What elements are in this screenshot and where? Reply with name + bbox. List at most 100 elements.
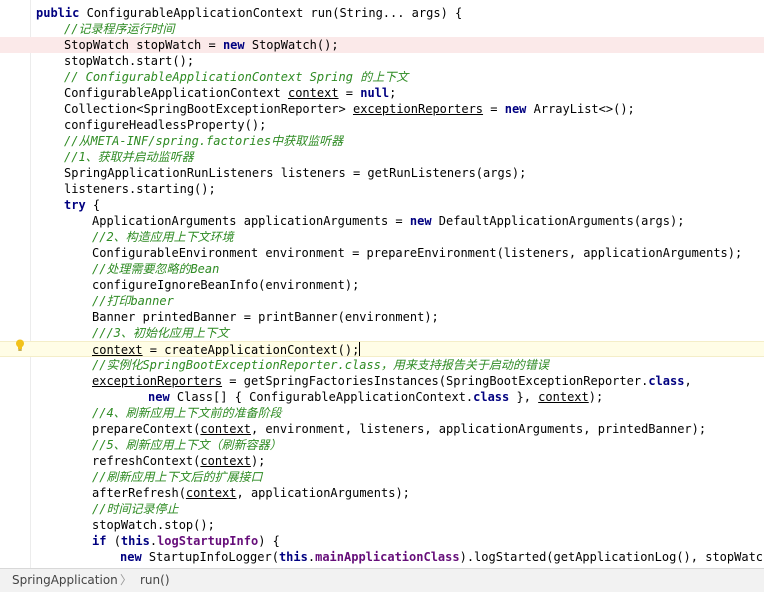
code-token: exceptionReporters	[352, 102, 484, 116]
code-token: context	[92, 343, 143, 357]
code-token: stopWatch.stop();	[92, 518, 215, 532]
code-token: = getSpringFactoriesInstances(SpringBoot…	[222, 374, 649, 388]
code-token: //实例化SpringBootExceptionReporter.class，用…	[92, 358, 549, 372]
code-line[interactable]: refreshContext(context);	[0, 453, 764, 469]
code-line[interactable]: configureIgnoreBeanInfo(environment);	[0, 277, 764, 293]
code-token: class	[473, 390, 517, 404]
code-token: public	[36, 6, 87, 20]
code-line[interactable]: context = createApplicationContext();	[0, 341, 764, 357]
code-token: = createApplicationContext();	[142, 343, 360, 357]
code-line[interactable]: //4、刷新应用上下文前的准备阶段	[0, 405, 764, 421]
code-line[interactable]: prepareContext(context, environment, lis…	[0, 421, 764, 437]
code-token: //2、构造应用上下文环境	[92, 230, 234, 244]
code-token: class	[648, 374, 685, 388]
code-token: Collection<SpringBootExceptionReporter>	[64, 102, 353, 116]
code-line[interactable]: listeners.starting();	[0, 181, 764, 197]
code-line[interactable]: ///3、初始化应用上下文	[0, 325, 764, 341]
code-token: //1、获取并启动监听器	[64, 150, 194, 164]
code-token: StopWatch stopWatch =	[64, 38, 223, 52]
code-token: new	[409, 214, 439, 228]
code-line[interactable]: Banner printedBanner = printBanner(envir…	[0, 309, 764, 325]
code-line[interactable]: if (this.logStartupInfo) {	[0, 533, 764, 549]
code-line[interactable]: //2、构造应用上下文环境	[0, 229, 764, 245]
code-token: ).logStarted(getApplicationLog(), stopWa…	[459, 550, 764, 564]
code-token: ) {	[258, 534, 280, 548]
code-line[interactable]: //处理需要忽略的Bean	[0, 261, 764, 277]
code-line[interactable]: //刷新应用上下文后的扩展接口	[0, 469, 764, 485]
code-token: null	[360, 86, 390, 100]
code-token: //4、刷新应用上下文前的准备阶段	[92, 406, 282, 420]
code-token: //从META-INF/spring.factories中获取监听器	[64, 134, 344, 148]
code-token: new	[222, 38, 252, 52]
text-caret	[359, 342, 361, 356]
code-token: ArrayList<>();	[533, 102, 635, 116]
code-line[interactable]: exceptionReporters = getSpringFactoriesI…	[0, 373, 764, 389]
code-token: );	[588, 390, 604, 404]
code-token: new	[120, 550, 149, 564]
code-line[interactable]: new Class[] { ConfigurableApplicationCon…	[0, 389, 764, 405]
code-token: if	[92, 534, 114, 548]
lightbulb-icon[interactable]	[15, 339, 25, 351]
code-line[interactable]: StopWatch stopWatch = new StopWatch();	[0, 37, 764, 53]
code-line[interactable]: configureHeadlessProperty();	[0, 117, 764, 133]
code-line[interactable]: //记录程序运行时间	[0, 21, 764, 37]
code-line[interactable]: new StartupInfoLogger(this.mainApplicati…	[0, 549, 764, 565]
code-token: },	[516, 390, 539, 404]
code-token: mainApplicationClass	[315, 550, 460, 564]
code-token: new	[148, 390, 177, 404]
code-line[interactable]: public ConfigurableApplicationContext ru…	[0, 5, 764, 21]
code-token: , environment, listeners, applicationArg…	[250, 422, 707, 436]
code-line[interactable]: stopWatch.stop();	[0, 517, 764, 533]
code-line[interactable]: //1、获取并启动监听器	[0, 149, 764, 165]
code-token: Banner printedBanner = printBanner(envir…	[92, 310, 439, 324]
code-line[interactable]: SpringApplicationRunListeners listeners …	[0, 165, 764, 181]
code-token: //时间记录停止	[92, 502, 179, 516]
code-token: this	[278, 550, 308, 564]
code-token: context	[200, 422, 251, 436]
code-token: this	[120, 534, 150, 548]
code-token: // ConfigurableApplicationContext Spring…	[64, 70, 409, 84]
code-token: {	[92, 198, 101, 212]
code-line[interactable]: //从META-INF/spring.factories中获取监听器	[0, 133, 764, 149]
code-token: //5、刷新应用上下文（刷新容器）	[92, 438, 282, 452]
code-line[interactable]: ApplicationArguments applicationArgument…	[0, 213, 764, 229]
breadcrumb-class[interactable]: SpringApplication	[12, 569, 118, 592]
code-token: Class[] { ConfigurableApplicationContext…	[176, 390, 474, 404]
code-token: stopWatch.start();	[64, 54, 195, 68]
code-line[interactable]: ConfigurableEnvironment environment = pr…	[0, 245, 764, 261]
code-token: StopWatch();	[251, 38, 339, 52]
code-token: configureIgnoreBeanInfo(environment);	[92, 278, 360, 292]
code-line[interactable]: Collection<SpringBootExceptionReporter> …	[0, 101, 764, 117]
code-line[interactable]: //打印banner	[0, 293, 764, 309]
code-token: //处理需要忽略的Bean	[92, 262, 220, 276]
code-line[interactable]: //实例化SpringBootExceptionReporter.class，用…	[0, 357, 764, 373]
code-line[interactable]: stopWatch.start();	[0, 53, 764, 69]
code-token: ConfigurableEnvironment environment = pr…	[92, 246, 743, 260]
code-token: =	[483, 102, 505, 116]
code-line[interactable]: //时间记录停止	[0, 501, 764, 517]
breadcrumb: SpringApplication 〉 run()	[0, 568, 764, 592]
code-token: );	[250, 454, 266, 468]
code-token: SpringApplicationRunListeners listeners …	[64, 166, 527, 180]
code-token: DefaultApplicationArguments(args);	[438, 214, 685, 228]
code-token: context	[287, 86, 339, 100]
code-token: context	[185, 486, 237, 500]
code-token: new	[504, 102, 534, 116]
code-line[interactable]: //5、刷新应用上下文（刷新容器）	[0, 437, 764, 453]
code-token: context	[200, 454, 251, 468]
code-line[interactable]: ConfigurableApplicationContext context =…	[0, 85, 764, 101]
code-line[interactable]: // ConfigurableApplicationContext Spring…	[0, 69, 764, 85]
code-token: ConfigurableApplicationContext run(Strin…	[86, 6, 463, 20]
code-line[interactable]: afterRefresh(context, applicationArgumen…	[0, 485, 764, 501]
code-token: ///3、初始化应用上下文	[92, 326, 229, 340]
code-token: .	[149, 534, 158, 548]
code-token: prepareContext(	[92, 422, 201, 436]
breadcrumb-method[interactable]: run()	[140, 569, 170, 592]
code-editor[interactable]: public ConfigurableApplicationContext ru…	[0, 0, 764, 568]
breadcrumb-separator: 〉	[120, 573, 133, 587]
code-line[interactable]: try {	[0, 197, 764, 213]
code-token: =	[338, 86, 361, 100]
code-token: StartupInfoLogger(	[148, 550, 279, 564]
code-token: (	[113, 534, 121, 548]
code-token: try	[64, 198, 93, 212]
